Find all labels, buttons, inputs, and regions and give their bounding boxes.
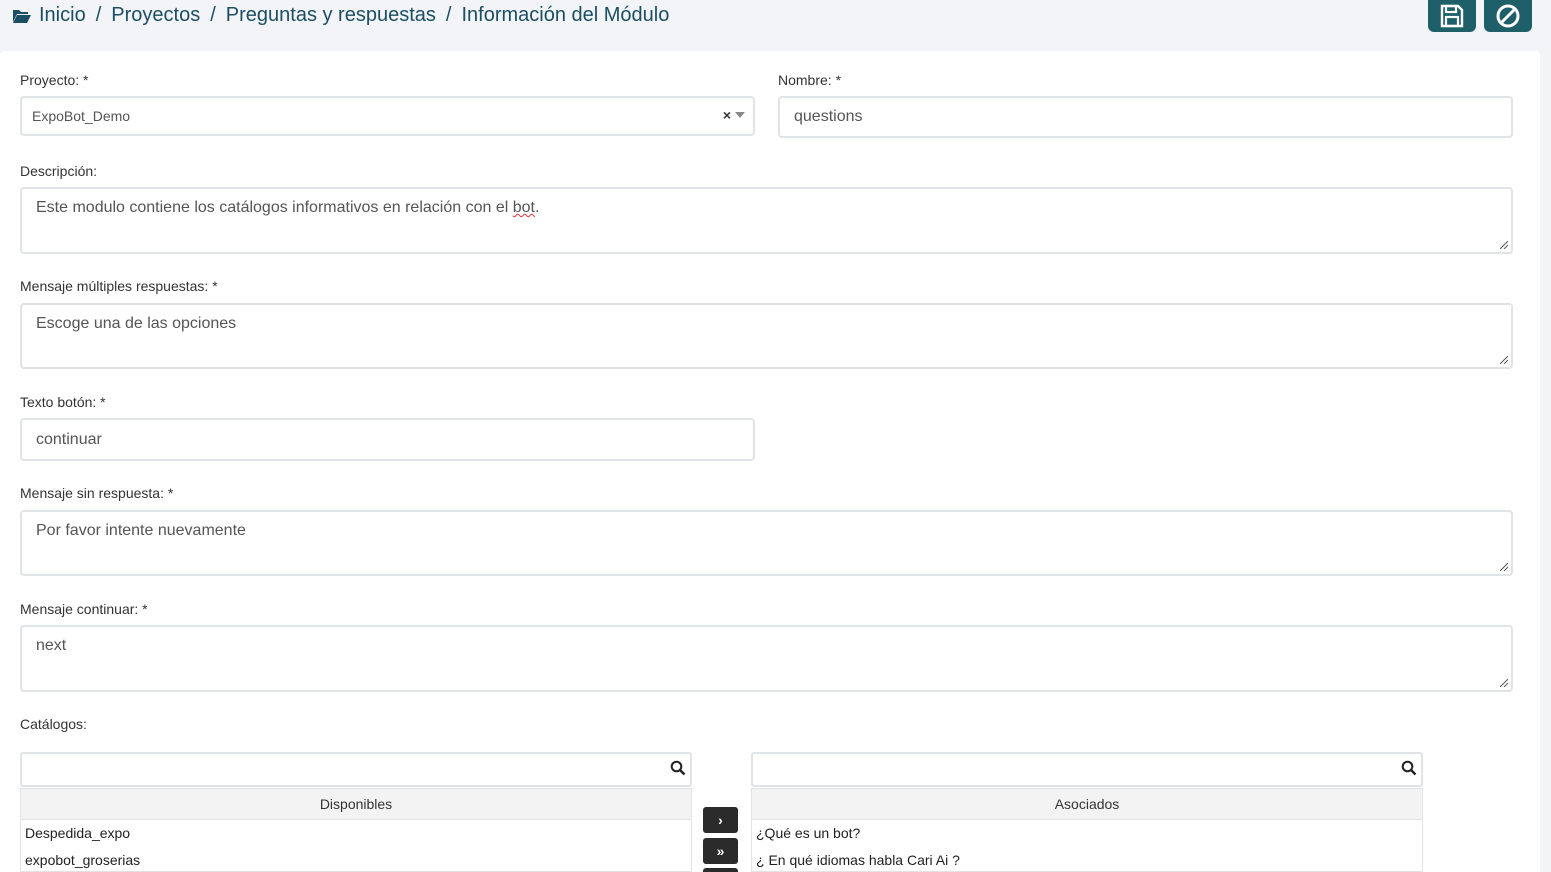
descripcion-textarea[interactable]: Este modulo contiene los catálogos infor…	[20, 187, 1513, 254]
descripcion-value: Este modulo contiene los catálogos infor…	[36, 199, 540, 216]
disponibles-search-input[interactable]	[20, 752, 692, 787]
search-icon	[1401, 760, 1417, 776]
mensaje-sin-respuesta-value: Por favor intente nuevamente	[36, 522, 246, 539]
list-item[interactable]: expobot_groserias	[21, 847, 691, 872]
nombre-input[interactable]: questions	[778, 96, 1513, 138]
mensaje-multiples-label: Mensaje múltiples respuestas: *	[20, 278, 218, 294]
asociados-search-input[interactable]	[751, 752, 1423, 787]
breadcrumb-inicio[interactable]: Inicio	[39, 4, 86, 27]
breadcrumb-preguntas[interactable]: Preguntas y respuestas	[226, 4, 436, 27]
mensaje-continuar-textarea[interactable]: next	[20, 625, 1513, 692]
resize-handle-icon[interactable]	[1500, 356, 1508, 364]
mensaje-multiples-textarea[interactable]: Escoge una de las opciones	[20, 303, 1513, 369]
caret-down-icon[interactable]	[735, 112, 745, 118]
proyecto-selected-value: ExpoBot_Demo	[32, 108, 131, 124]
resize-handle-icon[interactable]	[1500, 563, 1508, 571]
cancel-button[interactable]	[1484, 0, 1532, 32]
list-item[interactable]: Despedida_expo	[21, 820, 691, 847]
mensaje-continuar-label: Mensaje continuar: *	[20, 601, 148, 617]
mensaje-sin-respuesta-label: Mensaje sin respuesta: *	[20, 485, 174, 501]
resize-handle-icon[interactable]	[1500, 679, 1508, 687]
mensaje-multiples-value: Escoge una de las opciones	[36, 315, 237, 332]
folder-open-icon	[13, 9, 31, 23]
texto-boton-input[interactable]: continuar	[20, 418, 755, 461]
double-chevron-right-icon: »	[716, 843, 725, 859]
disponibles-list: Despedida_expo expobot_groserias	[20, 820, 692, 872]
texto-boton-label: Texto botón: *	[20, 394, 106, 410]
spellcheck-flagged-word: bot	[512, 199, 535, 216]
list-item[interactable]: ¿ En qué idiomas habla Cari Ai ?	[752, 847, 1422, 872]
top-bar: Inicio / Proyectos / Preguntas y respues…	[0, 0, 1551, 50]
ban-icon	[1496, 4, 1520, 28]
breadcrumb: Inicio / Proyectos / Preguntas y respues…	[13, 4, 669, 27]
asociados-list: ¿Qué es un bot? ¿ En qué idiomas habla C…	[751, 820, 1423, 872]
proyecto-select[interactable]: ExpoBot_Demo ×	[20, 96, 755, 136]
mensaje-continuar-value: next	[36, 637, 67, 654]
chevron-right-icon: ›	[718, 812, 723, 828]
list-item[interactable]: ¿Qué es un bot?	[752, 820, 1422, 847]
breadcrumb-proyectos[interactable]: Proyectos	[111, 4, 200, 27]
mensaje-sin-respuesta-textarea[interactable]: Por favor intente nuevamente	[20, 510, 1513, 576]
disponibles-header: Disponibles	[20, 788, 692, 820]
catalogos-label: Catálogos:	[20, 716, 87, 732]
breadcrumb-separator: /	[210, 4, 216, 26]
nombre-value: questions	[794, 108, 863, 125]
module-form-card	[0, 51, 1540, 872]
floppy-disk-icon	[1440, 4, 1464, 28]
breadcrumb-current: Información del Módulo	[461, 4, 670, 26]
asociados-header: Asociados	[751, 788, 1423, 820]
move-selected-button[interactable]: ›	[703, 807, 738, 833]
move-all-button[interactable]: »	[703, 838, 738, 864]
proyecto-label: Proyecto: *	[20, 72, 89, 88]
save-button[interactable]	[1428, 0, 1476, 32]
resize-handle-icon[interactable]	[1500, 241, 1508, 249]
search-icon	[670, 760, 686, 776]
clear-icon[interactable]: ×	[723, 107, 731, 123]
breadcrumb-separator: /	[95, 4, 102, 26]
move-back-button[interactable]	[703, 868, 738, 872]
texto-boton-value: continuar	[36, 430, 102, 448]
breadcrumb-separator: /	[445, 4, 452, 26]
nombre-label: Nombre: *	[778, 72, 842, 88]
descripcion-label: Descripción:	[20, 163, 98, 179]
